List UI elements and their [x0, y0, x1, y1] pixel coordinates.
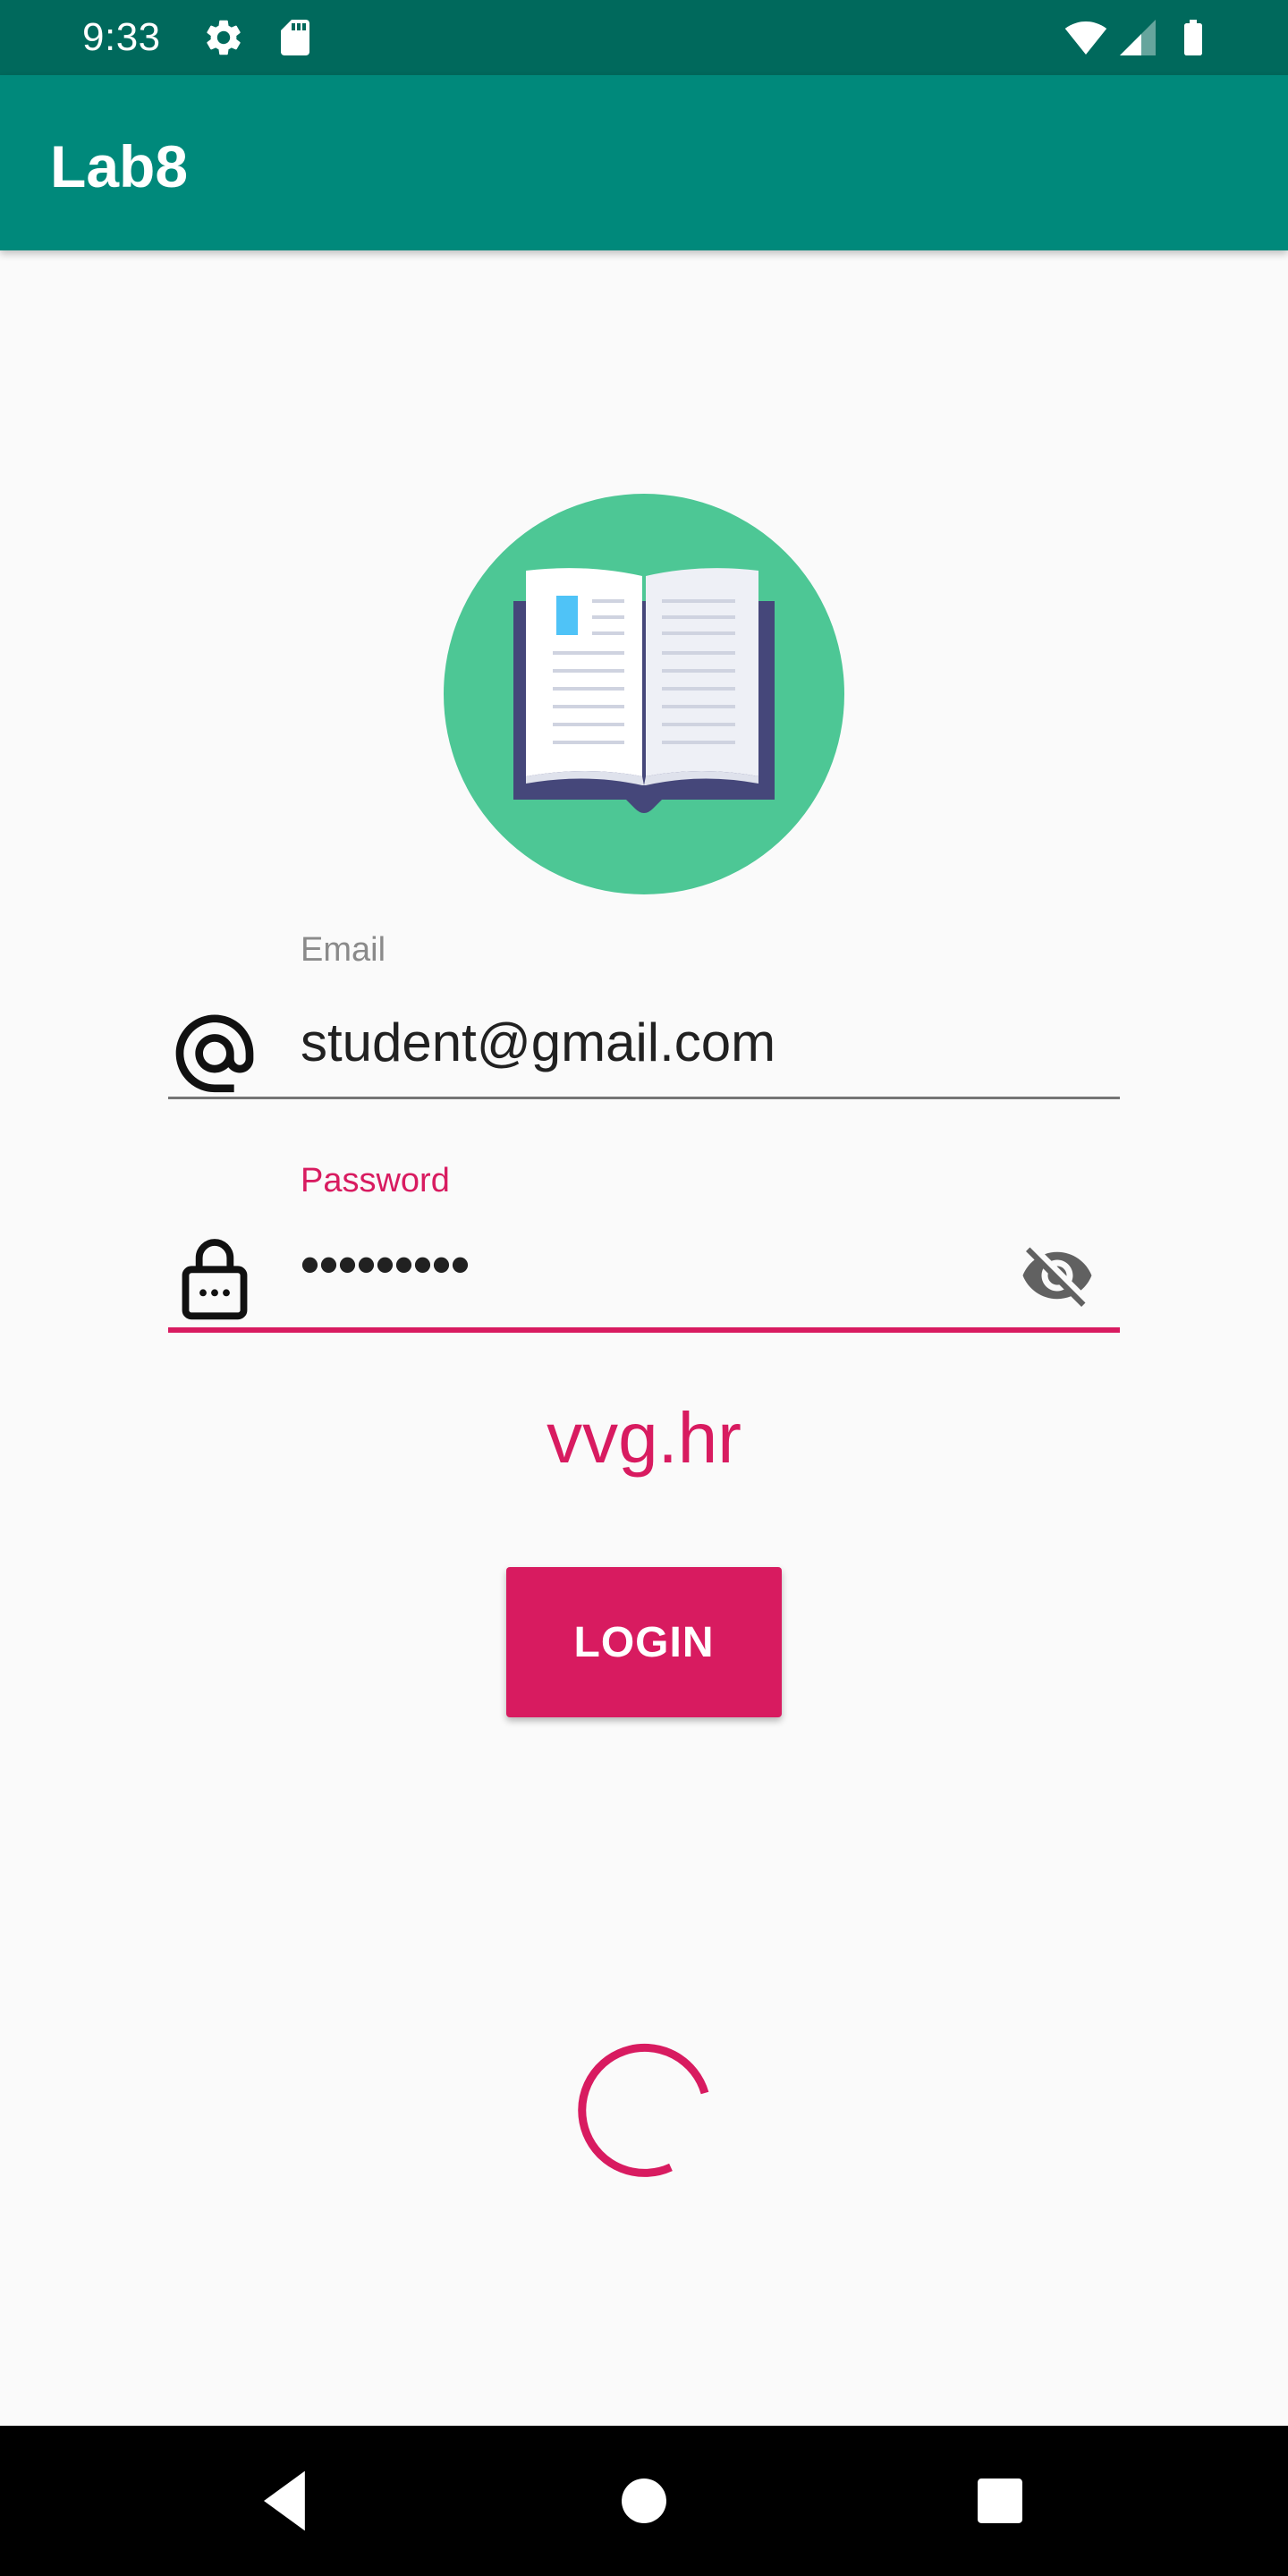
password-field[interactable]: Password ••••••••• [168, 1152, 1120, 1336]
open-book-icon [444, 494, 844, 894]
email-underline [168, 1097, 1120, 1099]
loading-spinner [578, 2043, 709, 2177]
sd-card-icon [281, 20, 309, 55]
website-link[interactable]: vvg.hr [0, 1395, 1288, 1481]
recents-icon[interactable] [955, 2456, 1045, 2546]
wifi-icon [1064, 21, 1107, 55]
email-field[interactable]: Email student@gmail.com [168, 921, 1120, 1100]
password-input[interactable]: ••••••••• [301, 1233, 470, 1297]
battery-icon [1184, 20, 1202, 55]
visibility-off-icon[interactable] [1020, 1238, 1095, 1313]
signal-icon [1120, 20, 1156, 55]
email-label: Email [301, 931, 386, 969]
status-time: 9:33 [82, 15, 161, 59]
settings-icon [207, 20, 241, 55]
email-input[interactable]: student@gmail.com [301, 1011, 775, 1075]
at-sign-icon [175, 1014, 254, 1093]
password-label: Password [301, 1162, 450, 1199]
login-button[interactable]: LOGIN [506, 1567, 782, 1717]
status-bar: 9:33 [0, 0, 1288, 75]
navigation-bar [0, 2426, 1288, 2576]
password-underline [168, 1327, 1120, 1333]
home-icon[interactable] [599, 2456, 689, 2546]
lock-icon [182, 1239, 248, 1320]
app-title: Lab8 [50, 133, 189, 199]
app-bar: Lab8 [0, 75, 1288, 250]
back-icon[interactable] [242, 2456, 331, 2546]
